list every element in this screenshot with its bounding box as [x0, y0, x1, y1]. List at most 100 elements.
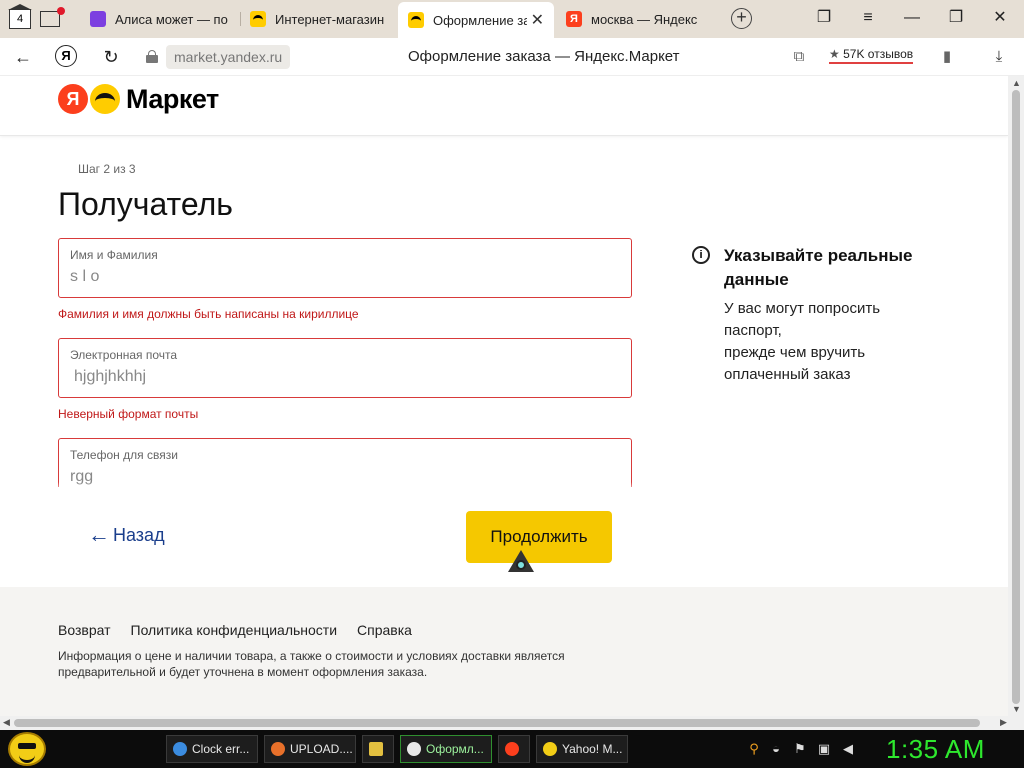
section-title: Получатель [58, 186, 233, 222]
task-label: Clock err... [192, 742, 250, 756]
star-icon: ★ [829, 47, 840, 61]
yandex-browser-icon [407, 742, 421, 756]
market-icon [250, 11, 266, 27]
market-logo[interactable]: Я Маркет [58, 82, 219, 116]
reviews-count: 57K отзывов [843, 47, 914, 61]
reviews-badge[interactable]: ★ 57K отзывов [829, 47, 914, 64]
page-title: Оформление заказа — Яндекс.Маркет [408, 48, 680, 65]
email-field[interactable]: Электронная почта hjghjhkhhj [58, 338, 632, 398]
horizontal-scrollbar[interactable]: ◀ ▶ [0, 716, 1024, 730]
url-field[interactable]: market.yandex.ru [166, 45, 291, 69]
task-yandex-browser-active[interactable]: Оформл... [400, 735, 492, 763]
tab-title: Оформление за [433, 12, 527, 28]
footer-link-returns[interactable]: Возврат [58, 622, 111, 638]
back-arrow-icon[interactable]: ← [10, 44, 36, 70]
info-description: У вас могут попросить паспорт, прежде че… [724, 298, 934, 386]
footer: Возврат Политика конфиденциальности Спра… [0, 587, 1008, 716]
footer-link-privacy[interactable]: Политика конфиденциальности [131, 622, 338, 638]
scroll-left-icon[interactable]: ◀ [3, 717, 10, 728]
info-title: Указывайте реальные данные [724, 246, 913, 289]
clock: 1:35 AM [886, 734, 985, 764]
tab-counter-button[interactable]: 4 [6, 4, 34, 31]
status-icon[interactable]: ◒ [768, 741, 784, 757]
name-field[interactable]: Имя и Фамилия s l o [58, 238, 632, 298]
page-content: Я Маркет Шаг 2 из 3 Получатель Имя и Фам… [0, 76, 1008, 716]
notification-dot [57, 7, 65, 15]
task-label: Оформл... [426, 742, 484, 756]
info-line: У вас могут попросить паспорт, [724, 300, 881, 339]
scroll-thumb[interactable] [14, 719, 980, 727]
scroll-up-icon[interactable]: ▲ [1012, 78, 1021, 88]
task-explorer[interactable] [362, 735, 394, 763]
chrome-icon [173, 742, 187, 756]
continue-button[interactable]: Продолжить [466, 511, 612, 563]
scroll-down-icon[interactable]: ▼ [1012, 704, 1021, 714]
info-line: оплаченный заказ [724, 366, 851, 383]
tab-alice[interactable]: Алиса может — по [80, 4, 238, 34]
info-line: прежде чем вручить [724, 344, 866, 361]
download-icon[interactable]: ⤓ [988, 46, 1010, 68]
tab-checkout-active[interactable]: Оформление за ✕ [398, 2, 554, 38]
task-label: UPLOAD.... [290, 742, 353, 756]
scroll-thumb[interactable] [1012, 90, 1020, 704]
name-value[interactable]: s l o [70, 268, 99, 286]
menu-hamburger-icon[interactable]: ≡ [855, 6, 881, 30]
bookmark-icon[interactable]: ▮ [936, 46, 958, 68]
taskbar: Clock err... UPLOAD.... Оформл... Yahoo!… [0, 730, 1024, 768]
task-yandex[interactable] [498, 735, 530, 763]
firefox-icon [271, 742, 285, 756]
volume-icon[interactable]: ◀ [840, 741, 856, 757]
reload-icon[interactable]: ↻ [98, 44, 124, 70]
restore-icon[interactable]: ❐ [943, 6, 969, 30]
footer-note: Информация о цене и наличии товара, а та… [58, 649, 565, 679]
phone-label: Телефон для связи [70, 448, 178, 462]
task-yahoo-messenger[interactable]: Yahoo! M... [536, 735, 628, 763]
tab-title: Алиса может — по [115, 11, 228, 27]
tab-market[interactable]: Интернет-магазин [242, 4, 396, 34]
start-smiley-icon[interactable] [8, 732, 46, 766]
tab-separator [240, 12, 241, 26]
email-value[interactable]: hjghjhkhhj [74, 368, 146, 386]
folder-icon [369, 742, 383, 756]
name-label: Имя и Фамилия [70, 248, 158, 262]
yahoo-smiley-icon [543, 742, 557, 756]
yandex-icon: Я [566, 11, 582, 27]
task-firefox[interactable]: UPLOAD.... [264, 735, 356, 763]
info-icon: i [692, 246, 710, 264]
arrow-left-icon: ← [88, 522, 110, 547]
scroll-right-icon[interactable]: ▶ [1000, 717, 1007, 728]
market-header: Я Маркет [0, 76, 1008, 136]
close-window-icon[interactable]: ✕ [987, 6, 1013, 30]
footer-links: Возврат Политика конфиденциальности Спра… [58, 622, 412, 638]
email-error: Неверный формат почты [58, 407, 199, 421]
address-bar-row: ← Я ↻ market.yandex.ru Оформление заказа… [0, 38, 1024, 76]
task-chrome[interactable]: Clock err... [166, 735, 258, 763]
tab-share-icon[interactable]: ⧉ [788, 46, 810, 68]
vertical-scrollbar[interactable]: ▲ ▼ [1008, 76, 1024, 716]
minimize-icon[interactable]: — [899, 6, 925, 30]
task-label: Yahoo! M... [562, 742, 623, 756]
flag-icon[interactable]: ⚑ [792, 741, 808, 757]
network-icon[interactable]: ▣ [816, 741, 832, 757]
tab-yandex-search[interactable]: Я москва — Яндекс [558, 4, 718, 34]
bookmarks-panel-icon[interactable]: ❐ [811, 6, 837, 30]
name-error: Фамилия и имя должны быть написаны на ки… [58, 307, 359, 321]
new-tab-folder-icon[interactable] [40, 7, 65, 29]
back-label: Назад [113, 524, 165, 545]
new-tab-plus-icon[interactable]: + [731, 8, 752, 29]
step-indicator: Шаг 2 из 3 [78, 162, 136, 176]
market-icon [408, 12, 424, 28]
email-label: Электронная почта [70, 348, 178, 362]
search-icon[interactable]: ⚲ [746, 741, 762, 757]
yandex-logo-icon: Я [58, 84, 88, 114]
close-tab-icon[interactable]: ✕ [527, 10, 548, 30]
tab-title: москва — Яндекс [591, 11, 698, 27]
browser-tab-strip: 4 Алиса может — по Интернет-магазин Офор… [0, 0, 1024, 38]
yandex-button-icon[interactable]: Я [55, 45, 77, 67]
footer-link-help[interactable]: Справка [357, 622, 412, 638]
market-logo-icon [90, 84, 120, 114]
cursor-eye-icon [516, 560, 526, 570]
back-link[interactable]: ← Назад [88, 522, 165, 548]
lock-icon [146, 50, 158, 63]
yandex-icon [505, 742, 519, 756]
